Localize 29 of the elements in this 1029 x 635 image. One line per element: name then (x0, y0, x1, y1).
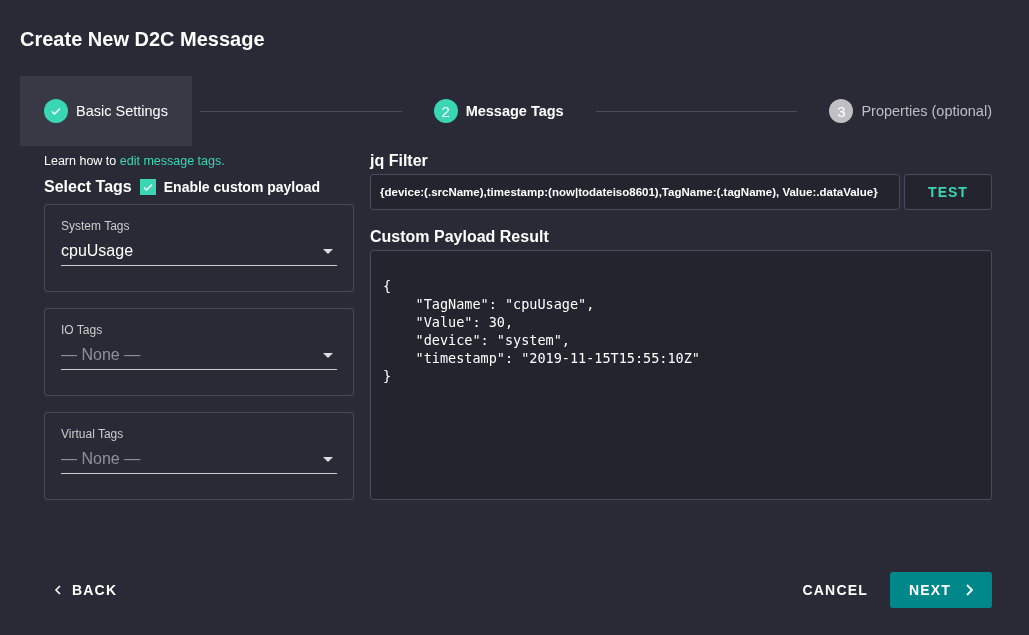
next-button[interactable]: NEXT (890, 572, 992, 608)
page-title: Create New D2C Message (20, 27, 266, 52)
caret-icon (323, 248, 333, 254)
chevron-left-icon (54, 585, 62, 595)
jq-filter-input[interactable]: {device:(.srcName),timestamp:(now|todateiso8601),TagName:(.tagName), Value:.dataValue} (370, 174, 900, 210)
select-field[interactable]: — None — (61, 341, 337, 370)
back-button[interactable]: BACK (44, 574, 128, 606)
caret-icon (323, 456, 333, 462)
step-number: 3 (829, 99, 854, 123)
field-label: System Tags (61, 219, 131, 233)
stepper-step[interactable]: 2 Message Tags (409, 76, 588, 146)
select-field[interactable]: cpuUsage (61, 237, 337, 266)
select-field[interactable]: — None — (61, 445, 337, 474)
field-label: jq Filter (370, 152, 429, 170)
help-text: Learn how to edit message tags. (44, 154, 226, 168)
help-link[interactable]: edit message tags. (119, 154, 225, 168)
custom-payload-checkbox[interactable]: Enable custom payload (139, 179, 321, 195)
field-label: Virtual Tags (61, 427, 125, 441)
test-button[interactable]: TEST (904, 174, 992, 210)
payload-code: { "TagName": "cpuUsage", "Value": 30, "device": "system", "timestamp": "2019-11-15T15:55:10Z" } (383, 277, 701, 385)
cancel-button[interactable]: CANCEL (792, 574, 878, 606)
field-label: IO Tags (61, 323, 104, 337)
stepper-step[interactable]: 3 Properties (optional) (805, 76, 992, 146)
field-label: Custom Payload Result (370, 228, 550, 246)
caret-icon (323, 352, 333, 358)
chevron-right-icon (965, 584, 974, 596)
section-heading: Select Tags (44, 178, 132, 196)
stepper-step[interactable]: Basic Settings (20, 76, 192, 146)
step-number: 2 (433, 99, 458, 123)
